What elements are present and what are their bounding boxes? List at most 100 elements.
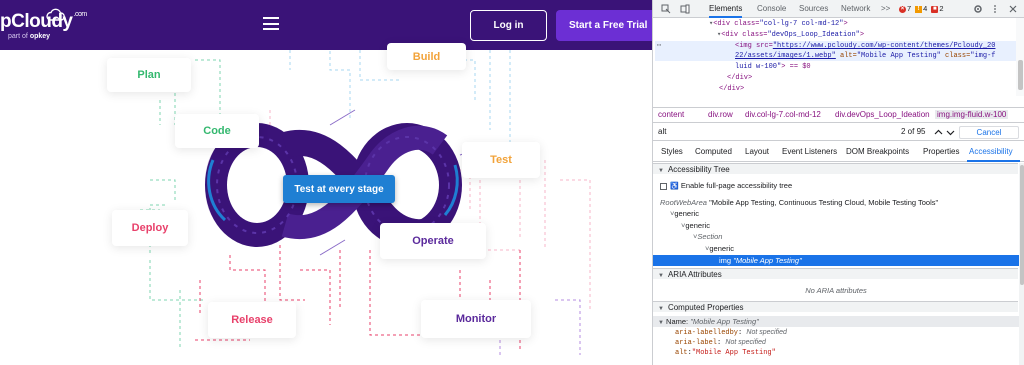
devtools-toolbar: Elements Console Sources Network >> × 7 !…	[653, 0, 1024, 18]
more-options-icon[interactable]	[990, 4, 1000, 14]
tree-generic-1[interactable]: ˅generic	[670, 208, 699, 219]
dom-node-col-div[interactable]: ▾<div class="col-lg-7 col-md-12">	[709, 19, 848, 29]
screen: pCloudy.com part of opkey Log in Start a…	[0, 0, 1024, 365]
search-match-count: 2 of 95	[901, 127, 926, 136]
subtab-layout[interactable]: Layout	[745, 147, 769, 156]
dom-node-close-div1[interactable]: </div>	[727, 73, 752, 83]
issues-count: 2	[939, 4, 944, 13]
breadcrumb-col[interactable]: div.col-lg-7.col-md-12	[745, 110, 821, 119]
subtab-computed[interactable]: Computed	[695, 147, 732, 156]
aria-attributes-header[interactable]: ▼ ARIA Attributes	[653, 268, 1018, 279]
test-every-stage-label: Test at every stage	[283, 175, 395, 203]
cloud-logo-icon	[46, 8, 65, 21]
devtools-panel: Elements Console Sources Network >> × 7 !…	[652, 0, 1024, 365]
stage-operate: Operate	[380, 223, 486, 259]
computed-properties-header[interactable]: ▼ Computed Properties	[653, 301, 1018, 312]
tree-generic-2[interactable]: ˅generic	[681, 220, 710, 231]
dom-node-devops-div[interactable]: ▾<div class="devOps_Loop_Ideation">	[717, 30, 864, 40]
breadcrumb: content div.row div.col-lg-7.col-md-12 d…	[653, 107, 1024, 123]
no-aria-attributes-text: No ARIA attributes	[805, 286, 867, 295]
tab-elements[interactable]: Elements	[709, 0, 743, 18]
search-input[interactable]: alt	[658, 127, 666, 136]
sidebar-pane-tabs: Styles Computed Layout Event Listeners D…	[653, 142, 1024, 162]
error-count: 7	[907, 4, 912, 13]
breadcrumb-img[interactable]: img.img-fluid.w-100	[935, 110, 1009, 119]
logo-domain: .com	[73, 11, 88, 18]
dom-tree: ▾<div class="col-lg-7 col-md-12"> ▾<div …	[653, 18, 1024, 96]
logo-tagline: part of opkey	[8, 33, 50, 40]
accessibility-icon: ♿	[670, 183, 679, 190]
stage-monitor: Monitor	[421, 300, 531, 338]
close-devtools-icon[interactable]	[1008, 4, 1018, 14]
devops-connector-lines	[140, 50, 591, 355]
tab-sources[interactable]: Sources	[799, 0, 828, 18]
site-logo[interactable]: pCloudy.com	[0, 11, 87, 33]
stage-build: Build	[387, 43, 466, 70]
enable-full-page-tree-checkbox[interactable]: ♿ Enable full-page accessibility tree	[660, 180, 792, 191]
settings-gear-icon[interactable]	[973, 4, 983, 14]
computed-name-row[interactable]: ▼ Name: "Mobile App Testing"	[653, 316, 1019, 327]
stage-release: Release	[208, 302, 296, 338]
prop-aria-labelledby: aria-labelledby: Not specified	[675, 329, 787, 337]
issues-icon: ■	[931, 5, 939, 13]
stage-plan: Plan	[107, 58, 191, 92]
tab-network[interactable]: Network	[841, 0, 870, 18]
search-bar: alt 2 of 95 Cancel	[653, 124, 1024, 141]
inspect-element-icon[interactable]	[661, 4, 671, 14]
stage-deploy-label: Deploy	[131, 222, 169, 234]
warning-count: 4	[923, 4, 928, 13]
tree-section[interactable]: ˅Section	[693, 231, 722, 242]
login-button[interactable]: Log in	[470, 10, 547, 41]
dom-scrollbar-thumb[interactable]	[1018, 60, 1023, 90]
prop-alt: alt:"Mobile App Testing"	[675, 349, 776, 357]
dom-node-close-div2[interactable]: </div>	[719, 84, 744, 94]
stage-code: Code	[175, 114, 259, 148]
device-toolbar-icon[interactable]	[680, 4, 690, 14]
tree-img-selected[interactable]: img "Mobile App Testing"	[653, 255, 1019, 266]
stage-build-label: Build	[412, 50, 441, 63]
collapse-triangle-icon: ▼	[658, 306, 664, 312]
dom-node-img-cont[interactable]: luid w-100"> == $0	[735, 62, 811, 72]
stage-plan-label: Plan	[137, 69, 161, 81]
tree-root-webarea[interactable]: RootWebArea "Mobile App Testing, Continu…	[660, 197, 938, 208]
breadcrumb-devops[interactable]: div.devOps_Loop_Ideation	[835, 110, 930, 119]
error-icon: ×	[899, 5, 906, 13]
dom-node-img-selected[interactable]: ⋯ <img src="https://www.pcloudy.com/wp-c…	[655, 41, 1017, 61]
tree-generic-3[interactable]: ˅generic	[705, 243, 734, 254]
free-trial-button[interactable]: Start a Free Trial	[556, 10, 652, 41]
chevron-up-icon[interactable]	[934, 128, 943, 137]
stage-code-label: Code	[203, 125, 231, 137]
devops-loop-diagram: Build Plan Code Test Deploy Operate Rele…	[0, 43, 652, 365]
active-subtab-indicator	[967, 160, 1020, 162]
chevron-down-icon[interactable]	[946, 128, 955, 137]
checkbox-icon	[660, 182, 667, 190]
stage-monitor-label: Monitor	[455, 313, 497, 325]
prop-aria-label: aria-label: Not specified	[675, 339, 766, 347]
breadcrumb-content[interactable]: content	[658, 110, 684, 119]
warning-icon: !	[915, 5, 923, 13]
logo-tagline-brand: opkey	[29, 33, 51, 40]
stage-test-label: Test	[490, 154, 512, 166]
stage-release-label: Release	[231, 314, 273, 326]
collapse-triangle-icon: ▼	[658, 168, 664, 174]
subtab-dom-breakpoints[interactable]: DOM Breakpoints	[846, 147, 909, 156]
stage-deploy: Deploy	[112, 210, 188, 246]
subtab-accessibility[interactable]: Accessibility	[969, 147, 1013, 156]
cancel-search-button[interactable]: Cancel	[959, 126, 1019, 139]
site-header: pCloudy.com part of opkey Log in Start a…	[0, 0, 652, 50]
subtab-event-listeners[interactable]: Event Listeners	[782, 147, 837, 156]
subtab-styles[interactable]: Styles	[661, 147, 683, 156]
accessibility-tree-header[interactable]: ▼ Accessibility Tree	[653, 163, 1018, 174]
sidebar-scrollbar-thumb[interactable]	[1020, 165, 1024, 285]
error-count-badge[interactable]: × 7 ! 4 ■ 2	[899, 4, 944, 14]
tab-console[interactable]: Console	[757, 0, 786, 18]
website-viewport: pCloudy.com part of opkey Log in Start a…	[0, 0, 652, 365]
hamburger-menu-icon[interactable]	[263, 17, 279, 30]
breadcrumb-row[interactable]: div.row	[708, 110, 733, 119]
subtab-properties[interactable]: Properties	[923, 147, 959, 156]
more-tabs-button[interactable]: >>	[881, 0, 890, 18]
logo-tagline-prefix: part of	[8, 33, 28, 40]
collapse-triangle-icon: ▼	[658, 273, 664, 279]
stage-test: Test	[462, 142, 540, 178]
stage-operate-label: Operate	[412, 235, 454, 247]
